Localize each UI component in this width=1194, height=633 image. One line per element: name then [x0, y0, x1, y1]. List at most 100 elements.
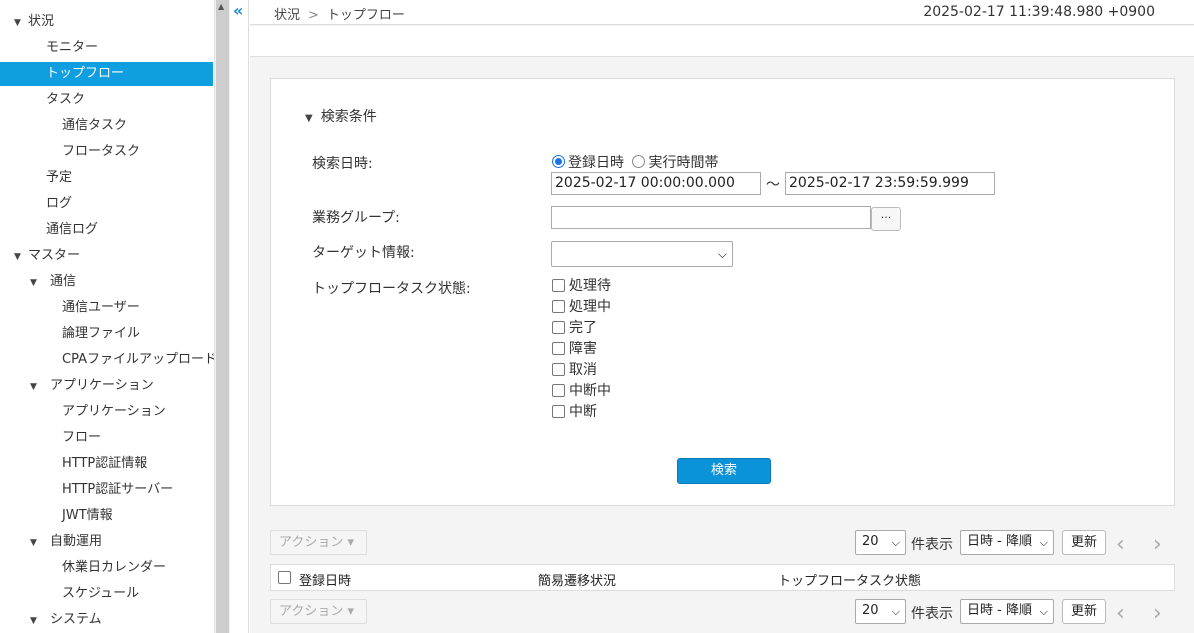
- sidebar-item-label: HTTP認証サーバー: [62, 482, 174, 497]
- checkbox[interactable]: [552, 300, 565, 313]
- expand-triangle-icon: ▼: [30, 382, 37, 392]
- action-menu-button[interactable]: アクション ▾: [270, 530, 367, 555]
- per-page-select[interactable]: 20 ⌵: [855, 530, 906, 555]
- checkbox-label: 障害: [569, 341, 597, 357]
- business-group-label: 業務グループ:: [312, 210, 400, 226]
- checkbox[interactable]: [552, 363, 565, 376]
- sidebar-item-label: フロー: [62, 430, 102, 445]
- caret-down-icon: ▾: [347, 604, 355, 619]
- date-from-input[interactable]: 2025-02-17 00:00:00.000: [551, 172, 761, 195]
- update-button-bottom[interactable]: 更新: [1062, 599, 1106, 624]
- sidebar-item-label: HTTP認証情報: [62, 456, 148, 471]
- sidebar-item-comm-log[interactable]: 通信ログ: [0, 218, 213, 242]
- prev-page-icon[interactable]: ‹: [1116, 603, 1125, 625]
- chevron-down-icon: ⌵: [717, 247, 727, 261]
- sidebar-item-schedule[interactable]: スケジュール: [0, 582, 213, 606]
- date-to-input[interactable]: 2025-02-17 23:59:59.999: [785, 172, 995, 195]
- sidebar-item-cpa-upload[interactable]: CPAファイルアップロード: [0, 348, 214, 372]
- sidebar-item-auto-ops[interactable]: ▼ 自動運用: [0, 530, 213, 554]
- checkbox[interactable]: [552, 405, 565, 418]
- status-checkbox-processing[interactable]: 処理中: [552, 297, 611, 318]
- sidebar-item-jwt[interactable]: JWT情報: [0, 504, 213, 528]
- business-group-input[interactable]: [551, 206, 871, 229]
- sidebar-item-label: CPAファイルアップロード: [62, 352, 214, 367]
- search-conditions-toggle[interactable]: ▼ 検索条件: [305, 106, 377, 126]
- checkbox-label: 処理中: [569, 299, 611, 315]
- next-page-icon[interactable]: ›: [1153, 534, 1162, 556]
- sidebar-item-schedule-plan[interactable]: 予定: [0, 166, 213, 190]
- column-registered-date[interactable]: 登録日時: [299, 570, 351, 589]
- sidebar-item-flow-task[interactable]: フロータスク: [0, 140, 213, 164]
- expand-triangle-icon: ▼: [30, 278, 37, 288]
- sidebar-item-topflow[interactable]: トップフロー: [0, 62, 213, 86]
- select-all-checkbox[interactable]: [278, 571, 291, 584]
- status-checkbox-suspended[interactable]: 中断: [552, 402, 597, 423]
- sidebar-item-label: フロータスク: [62, 144, 141, 159]
- sidebar-item-comm[interactable]: ▼ 通信: [0, 270, 213, 294]
- sidebar-item-label: システム: [50, 612, 102, 627]
- chevron-down-icon: ⌵: [891, 605, 900, 618]
- sidebar-item-label: 通信タスク: [62, 118, 128, 133]
- sidebar-item-label: タスク: [46, 92, 86, 107]
- per-page-value: 20: [862, 534, 879, 549]
- expand-triangle-icon: ▼: [30, 616, 37, 626]
- per-page-label: 件表示: [911, 537, 953, 553]
- sort-select-bottom[interactable]: 日時 - 降順 ⌵: [960, 599, 1054, 624]
- sidebar-item-master[interactable]: ▼ マスター: [0, 244, 213, 268]
- scrollbar-thumb[interactable]: [216, 0, 229, 633]
- scroll-up-arrow-icon[interactable]: ▲: [218, 3, 224, 11]
- per-page-select-bottom[interactable]: 20 ⌵: [855, 599, 906, 624]
- action-menu-button-bottom[interactable]: アクション ▾: [270, 599, 367, 624]
- update-button[interactable]: 更新: [1062, 530, 1106, 555]
- sidebar-item-application-group[interactable]: ▼ アプリケーション: [0, 374, 213, 398]
- sidebar-item-logical-file[interactable]: 論理ファイル: [0, 322, 213, 346]
- server-timestamp: 2025-02-17 11:39:48.980 +0900: [923, 4, 1155, 20]
- sidebar-item-holiday-calendar[interactable]: 休業日カレンダー: [0, 556, 213, 580]
- status-checkbox-done[interactable]: 完了: [552, 318, 597, 339]
- collapse-triangle-icon: ▼: [305, 113, 313, 124]
- checkbox[interactable]: [552, 321, 565, 334]
- sidebar-item-monitor[interactable]: モニター: [0, 36, 213, 60]
- prev-page-icon[interactable]: ‹: [1116, 534, 1125, 556]
- collapse-sidebar-icon[interactable]: «: [233, 0, 243, 22]
- radio-exec-time[interactable]: [632, 155, 646, 168]
- sidebar-scrollbar[interactable]: ▲: [214, 0, 230, 633]
- checkbox[interactable]: [552, 342, 565, 355]
- breadcrumb-root[interactable]: 状況: [274, 8, 300, 23]
- action-label: アクション: [279, 604, 344, 619]
- column-transition-status[interactable]: 簡易遷移状況: [538, 570, 616, 589]
- checkbox-label: 処理待: [569, 278, 611, 294]
- search-panel: ▼ 検索条件 検索日時: 登録日時 実行時間帯 2025-02-17 00:00:…: [270, 78, 1175, 506]
- sidebar-item-label: モニター: [46, 40, 99, 55]
- group-picker-button[interactable]: ···: [871, 207, 901, 231]
- status-checkbox-failure[interactable]: 障害: [552, 339, 597, 360]
- status-checkbox-suspending[interactable]: 中断中: [552, 381, 611, 402]
- checkbox[interactable]: [552, 279, 565, 292]
- sidebar-item-http-auth[interactable]: HTTP認証情報: [0, 452, 213, 476]
- sort-value: 日時 - 降順: [967, 603, 1032, 618]
- sort-select[interactable]: 日時 - 降順 ⌵: [960, 530, 1054, 555]
- next-page-icon[interactable]: ›: [1153, 603, 1162, 625]
- sidebar-item-log[interactable]: ログ: [0, 192, 213, 216]
- checkbox[interactable]: [552, 384, 565, 397]
- sidebar-item-system[interactable]: ▼ システム: [0, 608, 213, 632]
- sidebar-item-application[interactable]: アプリケーション: [0, 400, 213, 424]
- search-button[interactable]: 検索: [677, 458, 771, 484]
- sidebar-item-task[interactable]: タスク: [0, 88, 213, 112]
- chevron-down-icon: ⌵: [891, 536, 900, 549]
- sidebar: ▼ 状況 モニター トップフロー タスク 通信タスク フロータスク 予定 ログ 通…: [0, 0, 214, 633]
- status-checkbox-pending[interactable]: 処理待: [552, 276, 611, 297]
- sidebar-item-http-auth-server[interactable]: HTTP認証サーバー: [0, 478, 213, 502]
- sidebar-item-label: ログ: [46, 196, 73, 211]
- breadcrumb-current: トップフロー: [326, 8, 405, 23]
- target-info-select[interactable]: ⌵: [551, 241, 733, 267]
- checkbox-label: 中断: [569, 404, 597, 420]
- sidebar-item-comm-user[interactable]: 通信ユーザー: [0, 296, 213, 320]
- sidebar-item-comm-task[interactable]: 通信タスク: [0, 114, 213, 138]
- status-checkbox-cancelled[interactable]: 取消: [552, 360, 597, 381]
- sidebar-item-label: スケジュール: [62, 586, 140, 601]
- column-task-status[interactable]: トップフロータスク状態: [778, 570, 921, 589]
- sidebar-item-status[interactable]: ▼ 状況: [0, 10, 213, 34]
- radio-registered-date[interactable]: [552, 155, 565, 168]
- sidebar-item-flow[interactable]: フロー: [0, 426, 213, 450]
